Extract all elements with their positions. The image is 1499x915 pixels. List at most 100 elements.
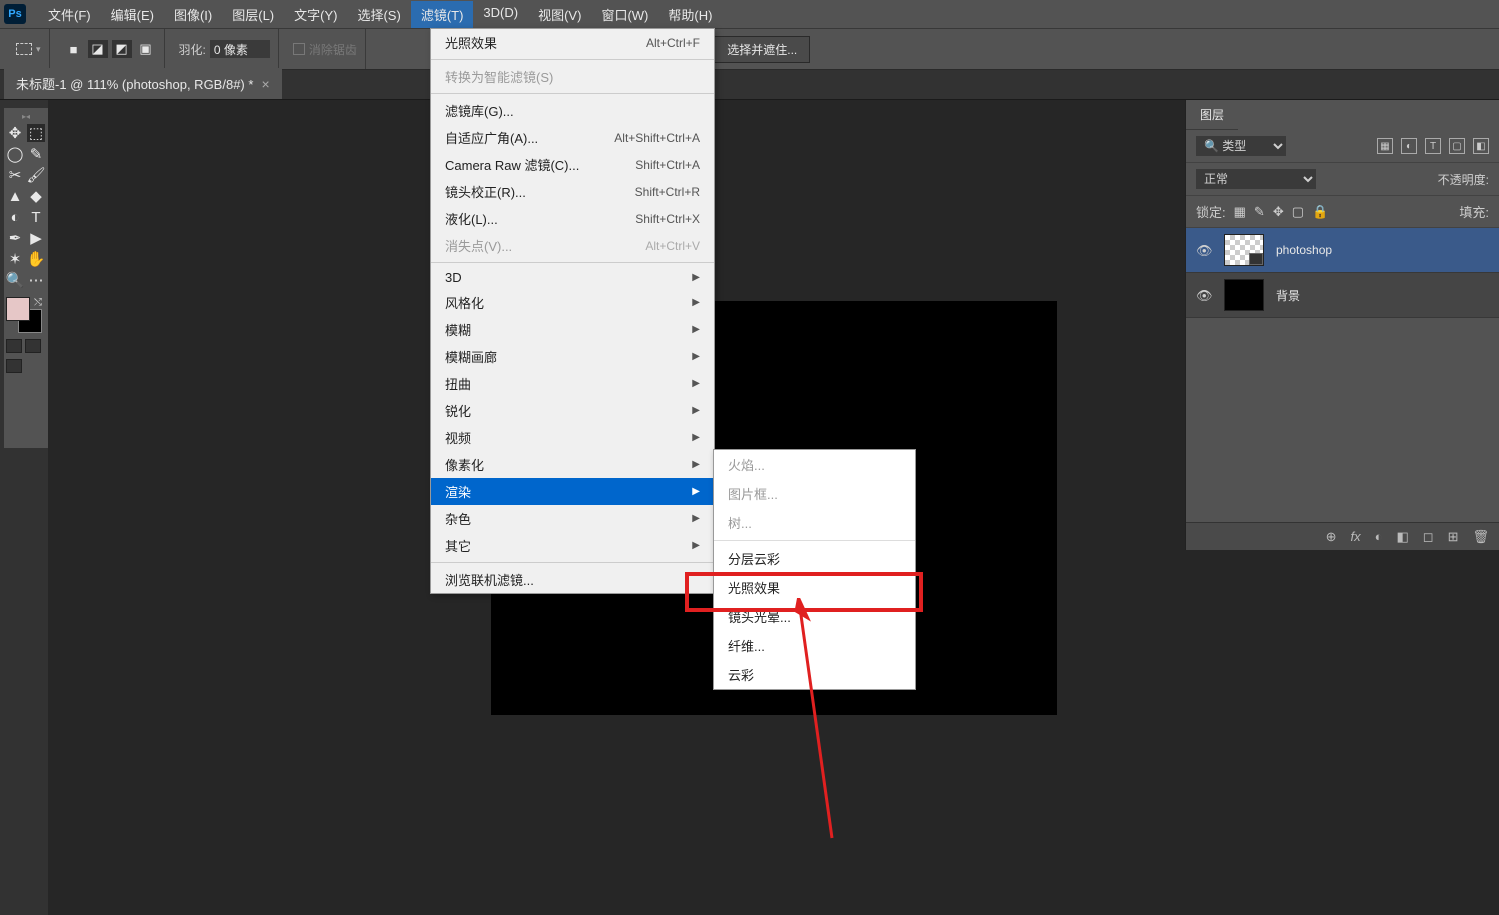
- filter-menu-item[interactable]: 视频▶: [431, 424, 714, 451]
- lock-icon[interactable]: 🔒: [1312, 204, 1328, 220]
- close-tab-icon[interactable]: ×: [261, 77, 269, 91]
- filter-menu-item[interactable]: 自适应广角(A)...Alt+Shift+Ctrl+A: [431, 124, 714, 151]
- move-tool[interactable]: ✥: [6, 124, 24, 142]
- screenmode-icon[interactable]: [25, 339, 41, 353]
- brush-tool[interactable]: 🖌: [27, 166, 45, 184]
- foreground-color-swatch[interactable]: [6, 297, 30, 321]
- quickmask-icon[interactable]: [6, 339, 22, 353]
- filter-menu-item: 转换为智能滤镜(S): [431, 63, 714, 90]
- new-layer-icon[interactable]: ⊞: [1448, 529, 1459, 545]
- type-tool[interactable]: T: [27, 208, 45, 226]
- adjustment-layer-icon[interactable]: ◧: [1396, 529, 1408, 545]
- feather-input[interactable]: [210, 40, 270, 58]
- zoom-tool[interactable]: 🔍: [6, 271, 24, 289]
- menu-w[interactable]: 窗口(W): [591, 1, 658, 28]
- filter-menu-item[interactable]: 液化(L)...Shift+Ctrl+X: [431, 205, 714, 232]
- filter-menu-item[interactable]: 光照效果Alt+Ctrl+F: [431, 29, 714, 56]
- misc-icon-1[interactable]: [6, 359, 22, 373]
- render-submenu: 火焰...图片框...树...分层云彩光照效果镜头光晕...纤维...云彩: [713, 449, 916, 690]
- filter-type-icon[interactable]: T: [1425, 138, 1441, 154]
- filter-pixel-icon[interactable]: ▦: [1377, 138, 1393, 154]
- menu-t[interactable]: 滤镜(T): [411, 1, 474, 28]
- pen-tool[interactable]: ✒: [6, 229, 24, 247]
- crop-tool[interactable]: ✂: [6, 166, 24, 184]
- swap-colors-icon[interactable]: ⤭: [34, 297, 42, 308]
- antialias-label: 消除锯齿: [309, 41, 357, 58]
- filter-menu-item[interactable]: 风格化▶: [431, 289, 714, 316]
- filter-menu-item[interactable]: 3D▶: [431, 266, 714, 289]
- color-swatches[interactable]: ⤭: [6, 297, 42, 333]
- gradient-tool[interactable]: ◐: [6, 208, 24, 226]
- filter-menu-item[interactable]: 渲染▶: [431, 478, 714, 505]
- filter-menu-item[interactable]: 模糊▶: [431, 316, 714, 343]
- filter-menu-item[interactable]: 镜头校正(R)...Shift+Ctrl+R: [431, 178, 714, 205]
- filter-menu-item: 消失点(V)...Alt+Ctrl+V: [431, 232, 714, 259]
- filter-shape-icon[interactable]: ▢: [1449, 138, 1465, 154]
- lock-all-icon[interactable]: ▦: [1234, 204, 1246, 220]
- filter-menu-item[interactable]: 像素化▶: [431, 451, 714, 478]
- filter-menu-item[interactable]: 其它▶: [431, 532, 714, 559]
- lock-pixel-icon[interactable]: ✥: [1273, 204, 1284, 220]
- filter-menu-item[interactable]: 杂色▶: [431, 505, 714, 532]
- layers-panel-tab[interactable]: 图层: [1186, 100, 1238, 130]
- filter-menu-item[interactable]: 扭曲▶: [431, 370, 714, 397]
- visibility-icon[interactable]: 👁: [1196, 243, 1212, 257]
- filter-menu-item[interactable]: Camera Raw 滤镜(C)...Shift+Ctrl+A: [431, 151, 714, 178]
- toolbox: ▸◂ ✥⬚ ◯✎ ✂🖌 ▲◆ ◐T ✒▶ ✶✋ 🔍⋯ ⤭: [4, 108, 48, 448]
- menu-e[interactable]: 编辑(E): [101, 1, 164, 28]
- filter-menu-item[interactable]: 滤镜库(G)...: [431, 97, 714, 124]
- fill-label: 填充:: [1459, 202, 1489, 221]
- menu-y[interactable]: 文字(Y): [284, 1, 347, 28]
- quick-select-tool[interactable]: ✎: [27, 145, 45, 163]
- render-submenu-item[interactable]: 镜头光晕...: [714, 602, 915, 631]
- filter-menu-dropdown: 光照效果Alt+Ctrl+F 转换为智能滤镜(S) 滤镜库(G)...自适应广角(A…: [430, 28, 715, 594]
- shape-tool[interactable]: ✶: [6, 250, 24, 268]
- menu-i[interactable]: 图像(I): [164, 1, 222, 28]
- filter-smart-icon[interactable]: ◧: [1473, 138, 1489, 154]
- render-submenu-item[interactable]: 光照效果: [714, 573, 915, 602]
- document-tab[interactable]: 未标题-1 @ 111% (photoshop, RGB/8#) * ×: [4, 68, 282, 99]
- hand-tool[interactable]: ✋: [27, 250, 45, 268]
- filter-adjust-icon[interactable]: ◐: [1401, 138, 1417, 154]
- marquee-tool-icon: [16, 43, 32, 55]
- layer-mask-icon[interactable]: ◐: [1375, 529, 1383, 544]
- marquee-tool[interactable]: ⬚: [27, 124, 45, 142]
- document-tab-title: 未标题-1 @ 111% (photoshop, RGB/8#) *: [16, 74, 253, 93]
- menu-dd[interactable]: 3D(D): [473, 1, 528, 28]
- selection-subtract-icon[interactable]: ◩: [112, 40, 132, 58]
- filter-menu-item[interactable]: 模糊画廊▶: [431, 343, 714, 370]
- filter-menu-item[interactable]: 浏览联机滤镜...: [431, 566, 714, 593]
- layer-thumbnail[interactable]: [1224, 279, 1264, 311]
- eraser-tool[interactable]: ◆: [27, 187, 45, 205]
- select-and-mask-button[interactable]: 选择并遮住...: [714, 36, 810, 63]
- menu-f[interactable]: 文件(F): [38, 1, 101, 28]
- layer-fx-icon[interactable]: fx: [1351, 529, 1361, 544]
- render-submenu-item[interactable]: 纤维...: [714, 631, 915, 660]
- selection-intersect-icon[interactable]: ▣: [136, 40, 156, 58]
- menu-h[interactable]: 帮助(H): [658, 1, 722, 28]
- antialias-checkbox[interactable]: [293, 43, 305, 55]
- extra-tool[interactable]: ⋯: [27, 271, 45, 289]
- filter-menu-item[interactable]: 锐化▶: [431, 397, 714, 424]
- render-submenu-item[interactable]: 分层云彩: [714, 544, 915, 573]
- lock-artboard-icon[interactable]: ▢: [1292, 204, 1304, 220]
- selection-add-icon[interactable]: ◪: [88, 40, 108, 58]
- lock-pos-icon[interactable]: ✎: [1254, 204, 1265, 220]
- layer-thumbnail[interactable]: [1224, 234, 1264, 266]
- layer-item[interactable]: 👁背景: [1186, 273, 1499, 318]
- menu-s[interactable]: 选择(S): [347, 1, 410, 28]
- lasso-tool[interactable]: ◯: [6, 145, 24, 163]
- layer-kind-filter[interactable]: 🔍 类型: [1196, 136, 1286, 156]
- path-select-tool[interactable]: ▶: [27, 229, 45, 247]
- stamp-tool[interactable]: ▲: [6, 187, 24, 205]
- selection-new-icon[interactable]: ■: [64, 40, 84, 58]
- menu-l[interactable]: 图层(L): [222, 1, 284, 28]
- render-submenu-item[interactable]: 云彩: [714, 660, 915, 689]
- delete-layer-icon[interactable]: 🗑: [1472, 529, 1489, 545]
- visibility-icon[interactable]: 👁: [1196, 288, 1212, 302]
- menu-v[interactable]: 视图(V): [528, 1, 591, 28]
- group-icon[interactable]: ◻: [1423, 529, 1434, 545]
- blend-mode-select[interactable]: 正常: [1196, 169, 1316, 189]
- layer-item[interactable]: 👁photoshop: [1186, 228, 1499, 273]
- link-layers-icon[interactable]: ⊕: [1326, 529, 1337, 545]
